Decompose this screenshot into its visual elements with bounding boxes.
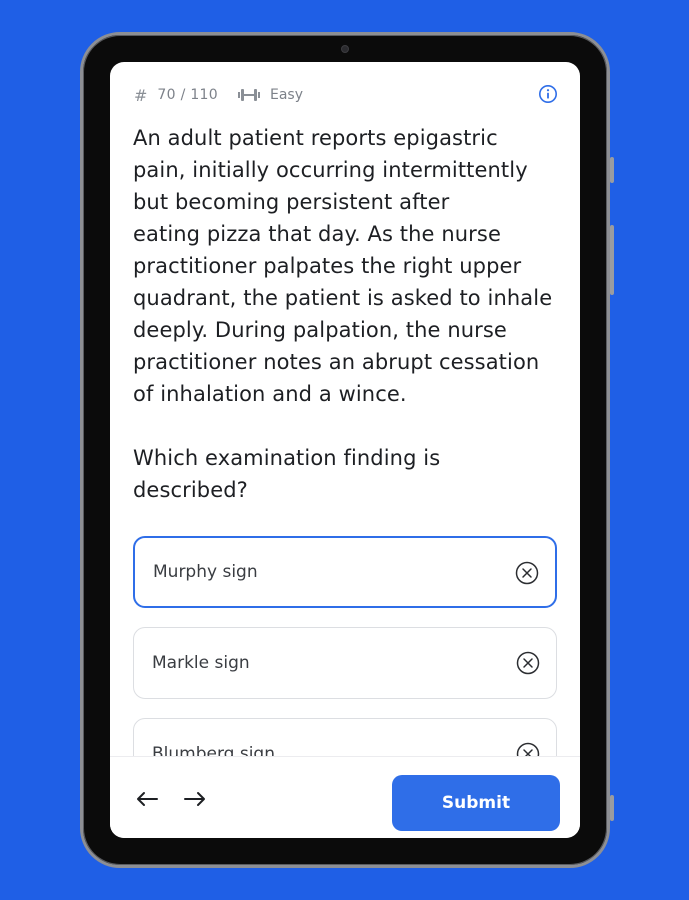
- answer-option-label: Markle sign: [152, 653, 250, 673]
- question-text: An adult patient reports epigastric pain…: [133, 126, 553, 406]
- side-button: [610, 795, 614, 821]
- question-header: # 70 / 110 Easy: [134, 84, 558, 106]
- hash-icon: #: [134, 85, 148, 105]
- side-button: [610, 225, 614, 295]
- answer-option-label: Murphy sign: [153, 562, 258, 582]
- eliminate-icon[interactable]: [516, 651, 540, 675]
- tablet-frame: # 70 / 110 Easy An adult patient reports…: [80, 32, 614, 868]
- question-counter: 70 / 110: [157, 87, 218, 103]
- info-icon[interactable]: [538, 84, 558, 104]
- answer-option-murphy-sign[interactable]: Murphy sign: [133, 536, 557, 608]
- question-prompt: Which examination finding is described?: [133, 446, 441, 502]
- side-button: [610, 157, 614, 183]
- stage: # 70 / 110 Easy An adult patient reports…: [0, 0, 689, 900]
- dumbbell-icon: [237, 89, 260, 101]
- difficulty-label: Easy: [269, 87, 303, 103]
- camera-icon: [341, 45, 349, 53]
- submit-button[interactable]: Submit: [392, 775, 560, 831]
- app-screen: # 70 / 110 Easy An adult patient reports…: [110, 62, 580, 838]
- eliminate-icon[interactable]: [515, 561, 539, 585]
- answer-option-markle-sign[interactable]: Markle sign: [133, 627, 557, 699]
- arrow-right-icon[interactable]: [184, 791, 206, 807]
- question-body: An adult patient reports epigastric pain…: [133, 122, 563, 506]
- arrow-left-icon[interactable]: [136, 791, 158, 807]
- bottom-action-bar: Submit: [110, 756, 580, 838]
